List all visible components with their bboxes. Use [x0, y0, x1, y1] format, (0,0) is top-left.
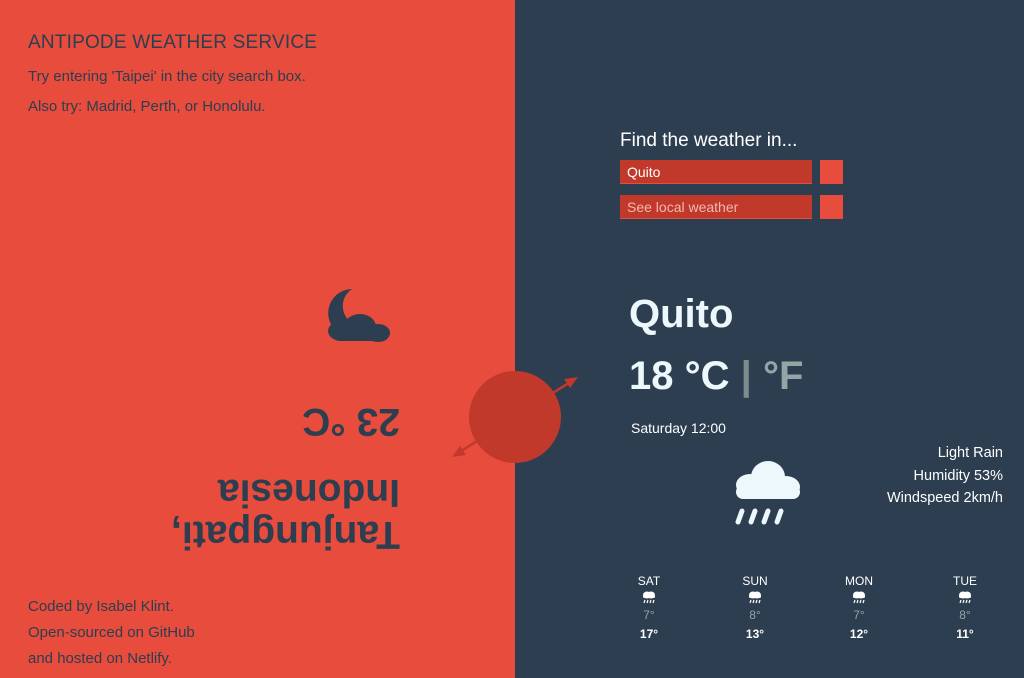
- windspeed: Windspeed 2km/h: [886, 490, 1003, 506]
- antipode-temperature: 23 °C: [302, 400, 400, 443]
- forecast-low: 8°: [749, 608, 761, 622]
- city-search-input[interactable]: Quito: [620, 160, 812, 184]
- current-city: Quito: [629, 292, 734, 336]
- forecast-low: 7°: [643, 608, 655, 622]
- antipode-weather: Tanjungpati, Indonesia 23 °C: [150, 285, 400, 556]
- forecast-high: 12°: [849, 627, 869, 641]
- also-try-text: Also try: Madrid, Perth, or Honolulu.: [28, 98, 266, 115]
- antipode-city: Tanjungpati, Indonesia: [171, 471, 400, 556]
- globe-icon: [469, 371, 561, 463]
- forecast-day-name: MON: [845, 574, 873, 588]
- temperature-celsius[interactable]: 18 °C: [629, 354, 730, 398]
- local-weather-button[interactable]: See local weather: [620, 195, 812, 219]
- fahrenheit-toggle[interactable]: °F: [763, 354, 803, 398]
- credits: Coded by Isabel Klint. Open-sourced on G…: [28, 594, 195, 672]
- temperature-row: 18 °C | °F: [629, 354, 803, 399]
- search-submit-button[interactable]: [820, 160, 843, 184]
- hint-text: Try entering 'Taipei' in the city search…: [28, 68, 306, 85]
- app-title: ANTIPODE WEATHER SERVICE: [28, 32, 318, 53]
- forecast-day-name: SAT: [637, 574, 661, 588]
- rain-cloud-icon: [735, 461, 800, 525]
- credits-netlify-link[interactable]: and hosted on Netlify.: [28, 646, 195, 672]
- forecast-day: TUE 8° 11°: [940, 574, 990, 641]
- conditions: Light Rain Humidity 53% Windspeed 2km/h: [887, 442, 1003, 510]
- forecast-low: 8°: [959, 608, 971, 622]
- local-panel: Find the weather in... Quito See local w…: [515, 0, 1024, 678]
- forecast-day: MON 7° 12°: [834, 574, 884, 641]
- local-weather-submit-button[interactable]: [820, 195, 843, 219]
- credits-github-link[interactable]: Open-sourced on GitHub: [28, 620, 195, 646]
- antipode-city-line2: Indonesia: [217, 471, 400, 514]
- forecast-day: SAT 7° 17°: [624, 574, 674, 641]
- credits-author: Coded by Isabel Klint.: [28, 598, 174, 615]
- forecast-day-name: TUE: [953, 574, 977, 588]
- search-label: Find the weather in...: [620, 130, 798, 151]
- forecast-high: 11°: [956, 627, 974, 641]
- unit-separator: |: [740, 354, 752, 398]
- rain-icon: [624, 590, 674, 608]
- forecast-low: 7°: [853, 608, 865, 622]
- forecast-day-name: SUN: [742, 574, 768, 588]
- antipode-city-line1: Tanjungpati,: [171, 513, 400, 556]
- rain-icon: [940, 590, 990, 608]
- current-datetime: Saturday 12:00: [631, 420, 726, 436]
- rain-icon: [834, 590, 884, 608]
- weather-description: Light Rain: [937, 445, 1003, 461]
- night-cloudy-icon: [328, 289, 390, 342]
- rain-icon: [730, 590, 780, 608]
- forecast-high: 17°: [639, 627, 659, 641]
- forecast-high: 13°: [745, 627, 765, 641]
- forecast-day: SUN 8° 13°: [730, 574, 780, 641]
- antipode-panel: ANTIPODE WEATHER SERVICE Try entering 'T…: [0, 0, 515, 678]
- humidity: Humidity 53%: [913, 467, 1003, 484]
